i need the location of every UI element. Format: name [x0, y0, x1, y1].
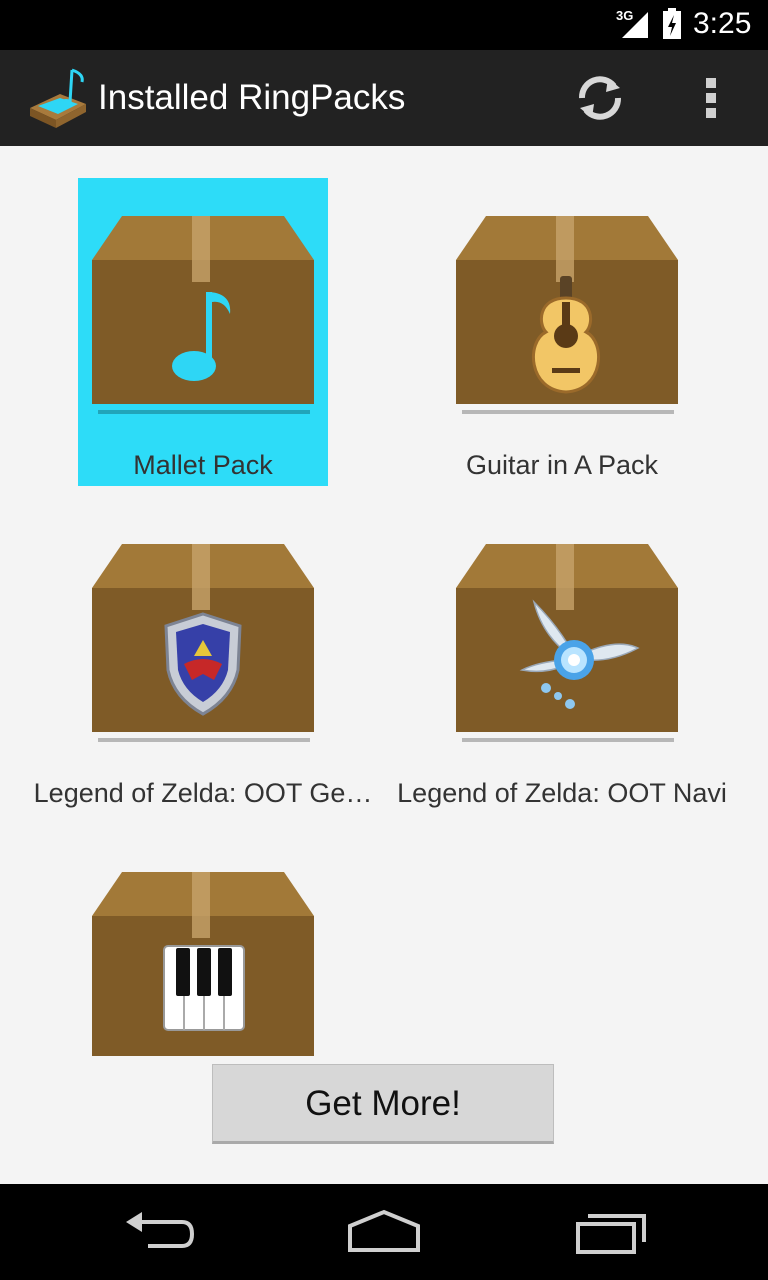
piano-keys-icon — [163, 945, 245, 1031]
guitar-icon — [532, 276, 600, 394]
pack-tile-piano[interactable] — [28, 802, 328, 1056]
home-icon[interactable] — [344, 1206, 424, 1258]
ringpacks-app-icon — [30, 68, 86, 128]
status-bar: 3G 3:25 — [0, 0, 768, 50]
recent-apps-icon[interactable] — [570, 1206, 650, 1258]
music-note-icon — [172, 292, 231, 381]
refresh-icon[interactable] — [572, 70, 628, 126]
battery-charging-icon — [663, 8, 681, 39]
overflow-menu-icon[interactable] — [690, 70, 734, 126]
page-title: Installed RingPacks — [98, 78, 406, 117]
action-bar: Installed RingPacks — [0, 50, 768, 146]
ringpack-grid: Mallet Pack Guitar in A Pack Legend of Z… — [0, 146, 768, 1056]
get-more-button[interactable]: Get More! — [212, 1064, 554, 1144]
pack-tile-mallet[interactable]: Mallet Pack — [28, 146, 328, 486]
pack-tile-zelda-navi[interactable]: Legend of Zelda: OOT Navi — [397, 474, 727, 808]
fairy-icon — [519, 599, 640, 709]
clock: 3:25 — [693, 7, 752, 40]
back-icon[interactable] — [120, 1206, 200, 1258]
navigation-bar — [0, 1184, 768, 1280]
pack-label: Legend of Zelda: OOT Navi — [397, 778, 727, 808]
network-type: 3G — [616, 8, 634, 23]
pack-tile-zelda-shield[interactable]: Legend of Zelda: OOT Ge… — [28, 474, 372, 808]
pack-tile-guitar[interactable]: Guitar in A Pack — [412, 146, 712, 480]
hylian-shield-icon — [164, 612, 242, 716]
